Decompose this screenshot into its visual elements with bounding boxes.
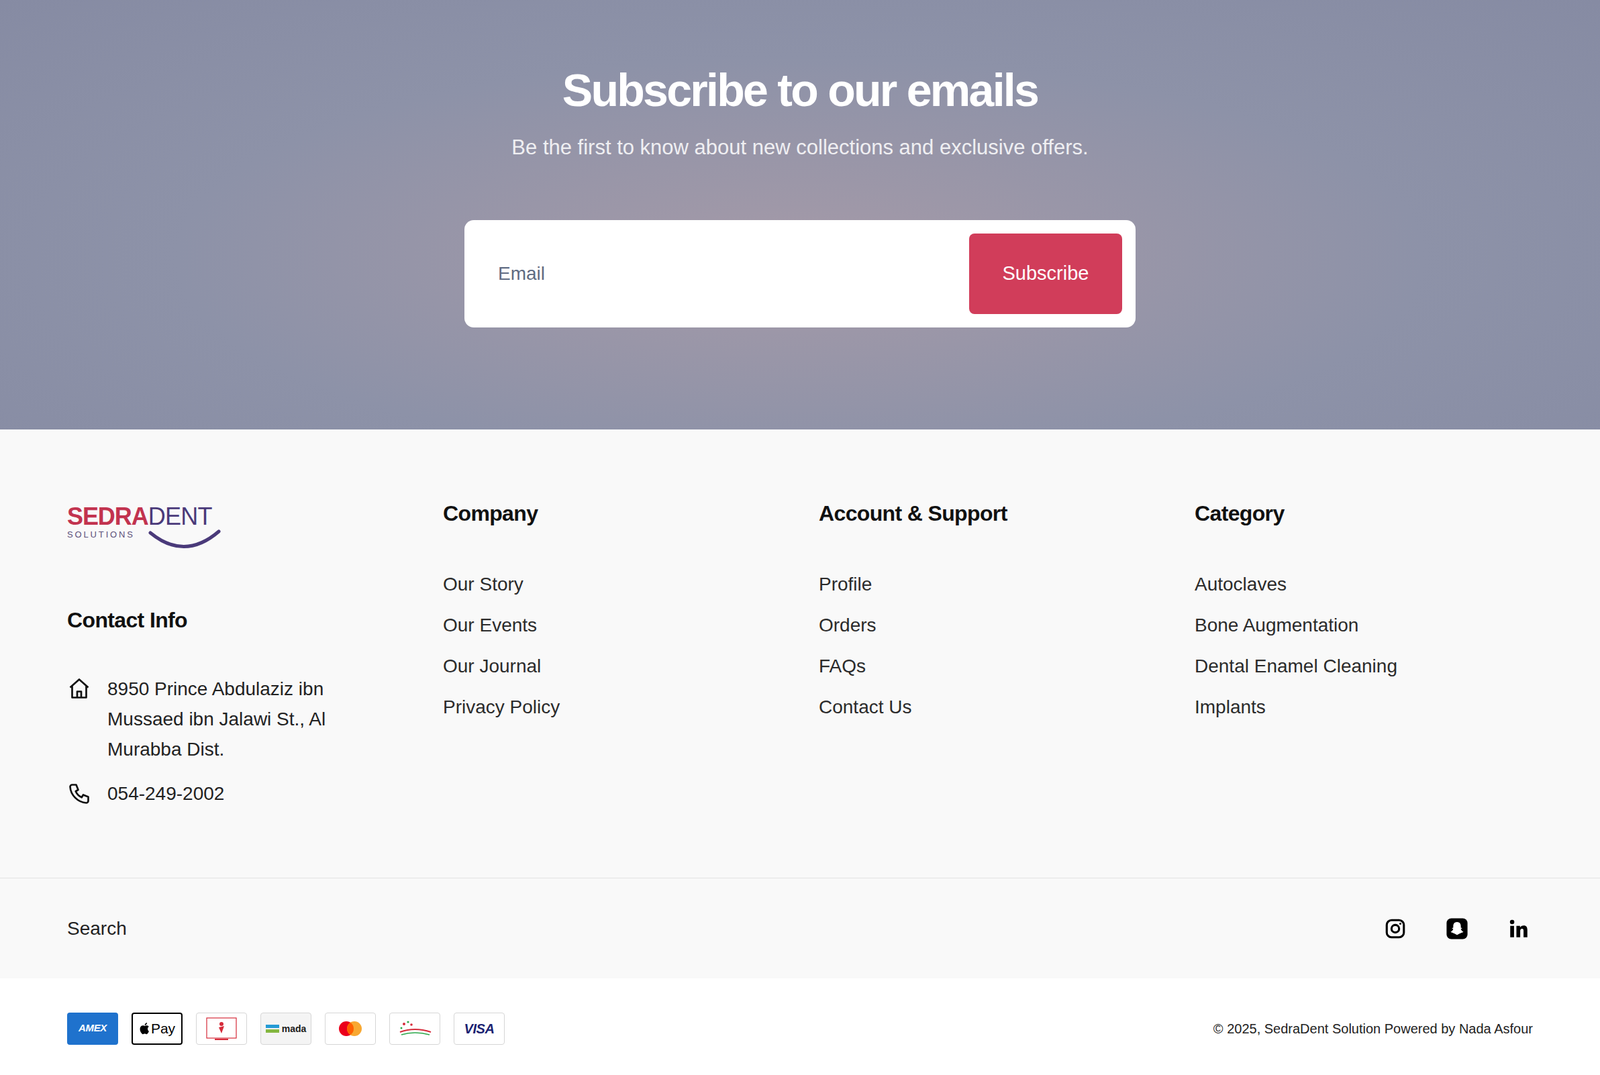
link-item: Our Journal	[442, 645, 819, 687]
footer-link[interactable]: Bone Augmentation	[1194, 614, 1359, 636]
footer-columns: SEDRADENTSOLUTIONS Contact Info 8950 Princ…	[0, 429, 1600, 878]
contact-column: SEDRADENTSOLUTIONS Contact Info 8950 Princ…	[67, 500, 443, 809]
subscribe-subtitle: Be the first to know about new collectio…	[511, 134, 1088, 162]
payment-visa-icon: VISA	[453, 1012, 505, 1045]
phone-row: 054-249-2002	[67, 778, 443, 809]
footer-link[interactable]: Contact Us	[818, 696, 913, 718]
link-item: FAQs	[818, 645, 1195, 687]
payment-methods: AMEX Pay mada VISA	[67, 1012, 505, 1045]
logo-swoosh-icon	[147, 528, 222, 552]
logo-tagline: SOLUTIONS	[67, 530, 223, 540]
link-item: Contact Us	[818, 686, 1195, 728]
instagram-icon[interactable]	[1383, 917, 1407, 941]
snapchat-icon[interactable]	[1445, 917, 1469, 941]
link-item: Our Story	[442, 563, 819, 605]
link-list: Autoclaves Bone Augmentation Dental Enamel…	[1194, 563, 1533, 728]
address-row: 8950 Prince Abdulaziz ibn Mussaed ibn Ja…	[67, 673, 443, 765]
subscribe-content: Subscribe to our emails Be the first to k…	[464, 61, 1136, 328]
footer-link[interactable]: Privacy Policy	[442, 696, 560, 718]
footer-link[interactable]: Our Events	[442, 614, 537, 636]
footer-link[interactable]: Autoclaves	[1194, 573, 1287, 595]
benefit-logo-icon	[201, 1015, 242, 1043]
mada-stripes-icon	[265, 1023, 280, 1035]
link-item: Implants	[1194, 686, 1533, 728]
email-input[interactable]	[497, 259, 956, 288]
subscribe-section: Subscribe to our emails Be the first to k…	[0, 0, 1600, 430]
mastercard-circles-icon	[334, 1018, 367, 1040]
apple-icon	[138, 1022, 150, 1035]
column-heading: Company	[442, 500, 819, 527]
subscribe-button[interactable]: Subscribe	[969, 233, 1123, 315]
link-item: Autoclaves	[1194, 563, 1533, 605]
link-list: Profile Orders FAQs Contact Us	[818, 563, 1195, 728]
footer-link[interactable]: Dental Enamel Cleaning	[1194, 655, 1398, 677]
column-heading: Account & Support	[818, 500, 1195, 527]
bottom-bar: AMEX Pay mada VISA © 2025, SedraDent Solutio…	[0, 978, 1600, 1075]
phone-number[interactable]: 054-249-2002	[107, 778, 225, 809]
logo-part-dent: DENT	[148, 504, 213, 529]
logo-part-sedra: SEDRA	[67, 504, 149, 529]
phone-icon	[67, 781, 92, 807]
payment-label: mada	[281, 1024, 307, 1034]
payment-marinet-icon	[389, 1012, 441, 1045]
sedradent-logo[interactable]: SEDRADENTSOLUTIONS	[67, 504, 223, 554]
search-social-row: Search	[0, 877, 1600, 979]
footer-column: Category Autoclaves Bone Augmentation Denta…	[1194, 500, 1533, 809]
address-text: 8950 Prince Abdulaziz ibn Mussaed ibn Ja…	[107, 673, 356, 765]
footer-link[interactable]: Profile	[818, 573, 872, 595]
linkedin-icon[interactable]	[1507, 917, 1531, 941]
link-item: Privacy Policy	[442, 686, 819, 728]
payment-label: VISA	[463, 1022, 494, 1036]
subscribe-form: Subscribe	[464, 220, 1136, 328]
payment-mastercard-icon	[324, 1012, 376, 1045]
footer-column: Company Our Story Our Events Our Journal Pri…	[442, 500, 819, 809]
search-link[interactable]: Search	[67, 914, 127, 943]
payment-label: Pay	[151, 1021, 176, 1036]
footer-column: Account & Support Profile Orders FAQs Contac…	[818, 500, 1195, 809]
marinet-logo-icon	[394, 1017, 435, 1041]
copyright-text: © 2025, SedraDent Solution Powered by Na…	[1213, 1018, 1533, 1039]
footer-link[interactable]: Implants	[1194, 696, 1266, 718]
link-item: Dental Enamel Cleaning	[1194, 645, 1533, 687]
contact-heading: Contact Info	[67, 606, 443, 634]
footer-link[interactable]: Our Journal	[442, 655, 541, 677]
link-item: Orders	[818, 604, 1195, 646]
link-list: Our Story Our Events Our Journal Privacy Po…	[442, 563, 819, 728]
logo-wordmark: SEDRADENT	[67, 504, 223, 529]
footer-link[interactable]: FAQs	[818, 655, 866, 677]
site-footer: SEDRADENTSOLUTIONS Contact Info 8950 Princ…	[0, 429, 1600, 1075]
footer-link[interactable]: Orders	[818, 614, 877, 636]
link-item: Profile	[818, 563, 1195, 605]
social-links	[1383, 917, 1533, 941]
payment-amex-icon: AMEX	[67, 1012, 119, 1045]
payment-mada-icon: mada	[260, 1012, 312, 1045]
subscribe-title: Subscribe to our emails	[562, 61, 1038, 119]
payment-label: AMEX	[78, 1020, 107, 1037]
column-heading: Category	[1194, 500, 1533, 527]
link-item: Bone Augmentation	[1194, 604, 1533, 646]
payment-benefit-icon	[195, 1012, 247, 1045]
payment-applepay-icon: Pay	[131, 1012, 183, 1045]
home-icon	[67, 676, 92, 701]
link-item: Our Events	[442, 604, 819, 646]
footer-link[interactable]: Our Story	[442, 573, 524, 595]
